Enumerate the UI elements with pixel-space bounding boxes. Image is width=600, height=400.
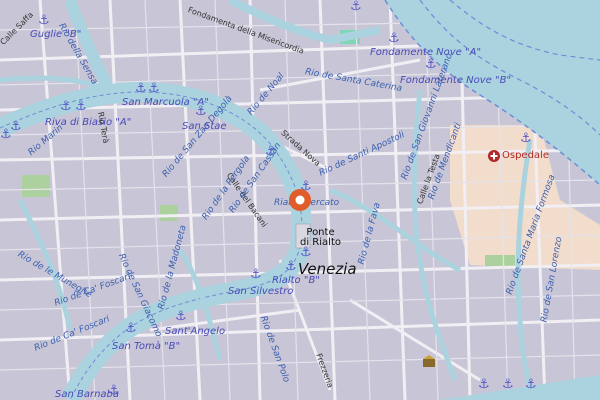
anchor-icon[interactable]: ⚓: [148, 82, 160, 95]
anchor-icon[interactable]: ⚓: [175, 310, 187, 323]
anchor-icon[interactable]: ⚓: [265, 145, 277, 158]
anchor-icon[interactable]: ⚓: [60, 100, 72, 113]
stop-fondamente-nove-b[interactable]: Fondamente Nove "B": [400, 76, 511, 86]
hospital-icon[interactable]: [488, 150, 500, 165]
anchor-icon[interactable]: ⚓: [10, 120, 22, 133]
anchor-icon[interactable]: ⚓: [388, 32, 400, 45]
anchor-icon[interactable]: ⚓: [75, 100, 87, 113]
anchor-icon[interactable]: ⚓: [108, 384, 120, 397]
stop-san-toma-b[interactable]: San Tomà "B": [112, 342, 180, 352]
anchor-icon[interactable]: ⚓: [350, 0, 362, 13]
anchor-icon[interactable]: ⚓: [425, 58, 437, 71]
anchor-icon[interactable]: ⚓: [38, 14, 50, 27]
stop-san-silvestro[interactable]: San Silvestro: [228, 287, 293, 297]
anchor-icon[interactable]: ⚓: [125, 322, 137, 335]
anchor-icon[interactable]: ⚓: [525, 378, 537, 391]
anchor-icon[interactable]: ⚓: [300, 246, 312, 259]
anchor-icon[interactable]: ⚓: [135, 82, 147, 95]
anchor-icon[interactable]: ⚓: [0, 128, 12, 141]
stop-santangelo[interactable]: Sant'Angelo: [165, 327, 225, 337]
hospital-label[interactable]: Ospedale: [502, 151, 549, 161]
anchor-icon[interactable]: ⚓: [478, 378, 490, 391]
anchor-icon[interactable]: ⚓: [285, 260, 297, 273]
monument-icon[interactable]: [422, 354, 436, 371]
anchor-icon[interactable]: ⚓: [250, 268, 262, 281]
city-label-venezia: Venezia: [298, 260, 357, 278]
map-view[interactable]: Guglie "B" Fondamente Nove "A" Fondament…: [0, 0, 600, 400]
anchor-icon[interactable]: ⚓: [520, 132, 532, 145]
anchor-icon[interactable]: ⚓: [195, 105, 207, 118]
anchor-icon[interactable]: ⚓: [502, 378, 514, 391]
location-marker-icon[interactable]: [288, 188, 312, 212]
